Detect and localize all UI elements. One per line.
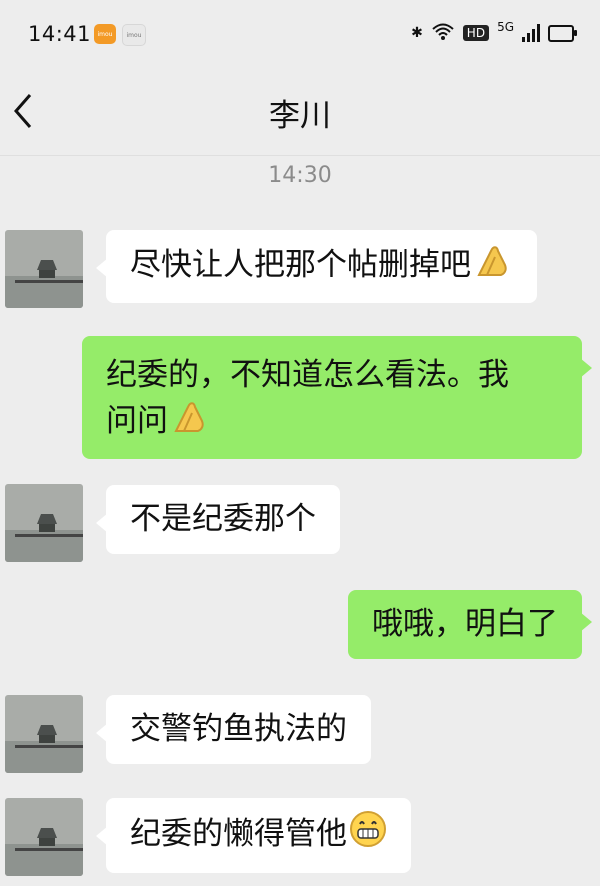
message-bubble[interactable]: 交警钓鱼执法的	[96, 695, 371, 764]
pray-icon	[473, 242, 513, 291]
message-bubble-self[interactable]: 哦哦，明白了	[348, 590, 592, 659]
message-text: 交警钓鱼执法的	[130, 711, 347, 747]
contact-avatar[interactable]	[5, 484, 83, 562]
status-icons: ✱ HD 5G	[411, 20, 577, 44]
bubble-tail	[96, 513, 108, 533]
app-badge-imou-secondary: imou	[122, 24, 146, 46]
pray-icon	[170, 398, 210, 447]
message-bubble[interactable]: 尽快让人把那个帖删掉吧	[96, 230, 537, 303]
signal-icon	[522, 24, 540, 42]
battery-icon	[548, 24, 577, 42]
message-text: 纪委的懒得管他	[130, 816, 347, 852]
wifi-icon	[431, 22, 455, 44]
app-badge-imou: imou	[94, 24, 116, 44]
bluetooth-icon: ✱	[411, 25, 423, 41]
message-bubble[interactable]: 不是纪委那个	[96, 485, 340, 554]
message-text: 尽快让人把那个帖删掉吧	[130, 247, 471, 283]
bubble-tail	[580, 358, 592, 378]
message-bubble-self[interactable]: 纪委的，不知道怎么看法。我 问问	[82, 336, 592, 459]
contact-avatar[interactable]	[5, 230, 83, 308]
message-text: 哦哦，明白了	[372, 606, 558, 642]
message-text: 不是纪委那个	[130, 501, 316, 537]
chat-header: 李川	[0, 70, 600, 156]
message-text-line: 问问	[106, 403, 168, 439]
message-bubble[interactable]: 纪委的懒得管他	[96, 798, 411, 873]
message-timestamp: 14:30	[268, 163, 332, 188]
hd-badge: HD	[462, 25, 490, 41]
grin-icon	[349, 810, 387, 861]
network-type: 5G	[497, 20, 514, 34]
bubble-tail	[96, 723, 108, 743]
status-time: 14:41	[28, 22, 92, 46]
contact-avatar[interactable]	[5, 695, 83, 773]
contact-avatar[interactable]	[5, 798, 83, 876]
message-text-line: 纪委的，不知道怎么看法。我	[106, 357, 509, 393]
bubble-tail	[96, 258, 108, 278]
chat-title: 李川	[269, 98, 331, 134]
header-divider	[0, 155, 600, 156]
bubble-tail	[96, 826, 108, 846]
bubble-tail	[580, 612, 592, 632]
status-bar: 14:41 imou imou ✱ HD 5G	[0, 0, 600, 70]
